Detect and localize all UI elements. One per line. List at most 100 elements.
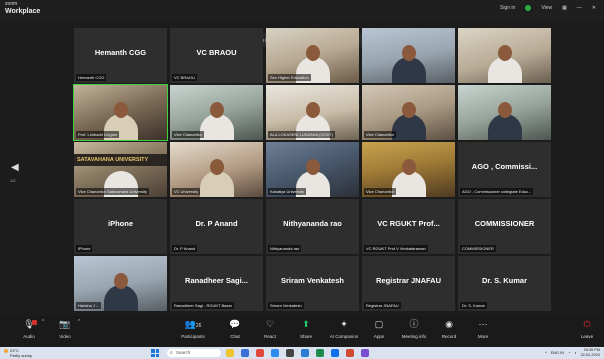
participant-label: iPhone: [76, 245, 93, 252]
edge-icon[interactable]: [271, 349, 279, 357]
participant-tile[interactable]: AGO , Commissi... AGO , Commissioner col…: [458, 142, 551, 197]
page-indicator: 1/2: [10, 178, 16, 183]
tray-chevron-icon[interactable]: ^: [545, 351, 547, 355]
participant-tile[interactable]: Hemanth CGG Hemanth CGG: [74, 28, 167, 83]
security-shield-icon[interactable]: [525, 5, 532, 11]
file-explorer-icon[interactable]: [226, 349, 234, 357]
video-button[interactable]: 📷 Video: [48, 318, 82, 339]
participant-tile[interactable]: Sriram Venkatesh Sriram Venkatesh: [266, 256, 359, 311]
share-button[interactable]: ⬆ Share: [289, 318, 323, 339]
chat-button[interactable]: 💬 Chat: [218, 318, 252, 339]
taskbar-search-box[interactable]: ⌕ Search: [167, 349, 221, 357]
language-indicator[interactable]: ENG IN: [551, 351, 564, 355]
participant-video-tile[interactable]: [362, 28, 455, 83]
participant-tile[interactable]: VC BRAOU VC BRAOU: [170, 28, 263, 83]
participant-tile[interactable]: Ranadheer Sagi... Ranadheer Sagi - RGUKT…: [170, 256, 263, 311]
more-dots-icon: ⋯: [478, 319, 488, 329]
share-label: Share: [299, 334, 312, 339]
participant-tile[interactable]: COMMISSIONER COMMISSIONER: [458, 199, 551, 254]
participants-label: Participants: [181, 334, 205, 339]
excel-icon[interactable]: [316, 349, 324, 357]
app-icon[interactable]: [361, 349, 369, 357]
participant-tile[interactable]: VC RGUKT Prof... VC RGUKT Prof V Venkata…: [362, 199, 455, 254]
sign-in-link[interactable]: Sign in: [500, 5, 515, 11]
participant-tile[interactable]: Dr. P Anand Dr. P Anand: [170, 199, 263, 254]
participant-label: AGO , Commissioner collegiate Educ...: [460, 188, 534, 195]
microphone-muted-icon: 🎙: [23, 319, 35, 329]
participant-label: COMMISSIONER: [460, 245, 496, 252]
participant-video-tile[interactable]: Sec Higher Education: [266, 28, 359, 83]
university-banner: SATAVAHANA UNIVERSITY: [74, 154, 167, 166]
meeting-toolbar: 🎙 Audio ^ 📷 Video ^ 👥26 Participants 💬 C…: [0, 316, 604, 346]
view-button[interactable]: View: [541, 5, 552, 11]
close-window-button[interactable]: ✕: [592, 5, 596, 11]
volume-icon[interactable]: ◖: [574, 351, 576, 355]
clock-time: 03:36 PM: [583, 348, 600, 352]
participant-label: Nithyananda rao: [268, 245, 302, 252]
participant-label: Vice Chancellor: [364, 188, 396, 195]
view-grid-icon[interactable]: ▦: [562, 5, 567, 11]
react-button[interactable]: ♡ React: [253, 318, 287, 339]
participant-head: [305, 159, 320, 175]
leave-icon: ⏻: [583, 319, 591, 329]
video-options-caret-icon[interactable]: ^: [78, 319, 80, 325]
more-label: More: [477, 334, 489, 339]
previous-page-icon[interactable]: ◀: [11, 162, 19, 173]
participants-button[interactable]: 👥26 Participants: [176, 318, 210, 339]
powerpoint-icon[interactable]: [346, 349, 354, 357]
video-label: Video: [59, 334, 71, 339]
chrome-icon[interactable]: [256, 349, 264, 357]
participant-name: VC RGUKT Prof...: [377, 219, 440, 228]
store-icon[interactable]: [286, 349, 294, 357]
clock[interactable]: 03:36 PM 22-02-2024: [581, 348, 600, 357]
word-icon[interactable]: [301, 349, 309, 357]
zoom-window: zoom Workplace Sign in View ▦ — ✕ Not he…: [0, 0, 604, 359]
participant-video-tile[interactable]: Kakatiya University: [266, 142, 359, 197]
zoom-app-icon[interactable]: [331, 349, 339, 357]
info-icon: ⓘ: [409, 319, 419, 329]
participant-tile[interactable]: Dr. S. Kumar Dr. S. Kumar: [458, 256, 551, 311]
mute-indicator-icon: [32, 320, 37, 325]
participant-head: [305, 102, 320, 118]
teams-icon[interactable]: [241, 349, 249, 357]
windows-start-icon[interactable]: [151, 349, 159, 357]
record-button[interactable]: ◉ Record: [432, 318, 466, 339]
react-heart-icon: ♡: [265, 319, 275, 329]
brand-logo: zoom: [5, 1, 18, 7]
weather-widget[interactable]: 23°C Partly sunny: [4, 348, 32, 358]
participant-video-tile[interactable]: SATAVAHANA UNIVERSITY Vice Chancellor Sa…: [74, 142, 167, 197]
participant-tile[interactable]: iPhone iPhone: [74, 199, 167, 254]
record-label: Record: [441, 334, 457, 339]
participant-tile[interactable]: Nithyananda rao Nithyananda rao: [266, 199, 359, 254]
meeting-info-button[interactable]: ⓘ Meeting info: [397, 318, 431, 339]
participant-video-tile[interactable]: Vice Chancellor: [362, 85, 455, 140]
active-speaker-tile[interactable]: Prof. Limbadri Lingam: [73, 84, 168, 141]
apps-button[interactable]: ▢ Apps: [362, 318, 396, 339]
participant-video-tile[interactable]: [458, 28, 551, 83]
participant-label: VC RGUKT Prof V Venkataraman: [364, 245, 428, 252]
wifi-icon[interactable]: ◔: [568, 351, 570, 355]
participant-label: Prof. Limbadri Lingam: [76, 131, 120, 138]
ai-companion-button[interactable]: ✦ AI Companion: [327, 318, 361, 339]
gallery-grid: Hemanth CGG Hemanth CGG VC BRAOU VC BRAO…: [73, 28, 551, 311]
participant-video-tile[interactable]: Vice Chancellor: [362, 142, 455, 197]
participant-label: Kakatiya University: [268, 188, 307, 195]
participant-video-tile[interactable]: ALA LOKASENI LUNZANA (GOVT): [266, 85, 359, 140]
search-placeholder: Search: [176, 350, 191, 355]
participant-label: Vice Chancellor: [172, 131, 204, 138]
participant-head: [497, 102, 512, 118]
weather-sun-icon: [4, 349, 8, 353]
participant-tile[interactable]: Registrar JNAFAU Registrar JNAFAU: [362, 256, 455, 311]
participant-video-tile[interactable]: VC University: [170, 142, 263, 197]
participant-video-tile[interactable]: [458, 85, 551, 140]
minimize-button[interactable]: —: [577, 5, 582, 11]
participant-head: [497, 45, 512, 61]
participant-video-tile[interactable]: Vice Chancellor: [170, 85, 263, 140]
audio-button[interactable]: 🎙 Audio: [12, 318, 46, 339]
participant-name: Ranadheer Sagi...: [185, 276, 248, 285]
participant-video-tile[interactable]: Harisha J ...: [74, 256, 167, 311]
audio-options-caret-icon[interactable]: ^: [42, 319, 44, 325]
more-button[interactable]: ⋯ More: [466, 318, 500, 339]
leave-button[interactable]: ⏻ Leave: [570, 318, 604, 339]
participant-label: Vice Chancellor: [364, 131, 396, 138]
